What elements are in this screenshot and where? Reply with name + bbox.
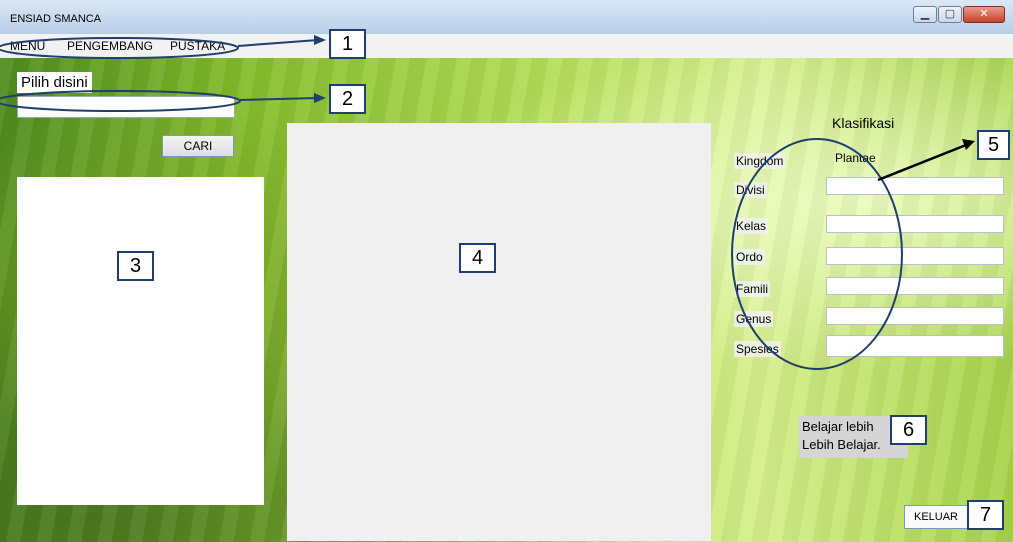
annotation-badge-1: 1 [329, 29, 366, 59]
maximize-icon[interactable]: ▢ [938, 6, 962, 23]
exit-button[interactable]: KELUAR [904, 505, 968, 529]
field-famili[interactable] [826, 277, 1004, 295]
menu-item-pustaka[interactable]: PUSTAKA [170, 39, 225, 53]
window-title: ENSIAD SMANCA [10, 13, 102, 25]
value-kingdom: Plantae [835, 151, 876, 165]
field-spesies[interactable] [826, 335, 1004, 357]
field-kelas[interactable] [826, 215, 1004, 233]
main-content: Pilih disini CARI Klasifikasi Kingdom Pl… [0, 58, 1013, 542]
title-bar: ENSIAD SMANCA ▁ ▢ ✕ [0, 0, 1013, 34]
annotation-badge-6: 6 [890, 415, 927, 445]
result-list[interactable] [17, 177, 264, 505]
app-window: ENSIAD SMANCA ▁ ▢ ✕ MENU PENGEMBANG PUST… [0, 0, 1013, 542]
field-genus[interactable] [826, 307, 1004, 325]
minimize-icon[interactable]: ▁ [913, 6, 937, 23]
annotation-badge-7: 7 [967, 500, 1004, 530]
label-ordo: Ordo [734, 249, 765, 265]
search-input[interactable] [17, 96, 235, 118]
label-famili: Famili [734, 281, 770, 297]
search-button[interactable]: CARI [162, 135, 234, 157]
search-label: Pilih disini [17, 72, 92, 93]
label-kelas: Kelas [734, 218, 769, 234]
close-icon[interactable]: ✕ [963, 6, 1005, 23]
field-ordo[interactable] [826, 247, 1004, 265]
window-controls: ▁ ▢ ✕ [912, 6, 1005, 23]
label-spesies: Spesies [734, 341, 781, 357]
annotation-badge-5: 5 [977, 130, 1010, 160]
image-panel [287, 123, 711, 541]
label-kingdom: Kingdom [734, 153, 786, 169]
annotation-badge-4: 4 [459, 243, 496, 273]
menu-item-pengembang[interactable]: PENGEMBANG [67, 39, 153, 53]
classification-title: Klasifikasi [832, 115, 895, 131]
menu-bar: MENU PENGEMBANG PUSTAKA [0, 34, 1013, 58]
label-genus: Genus [734, 311, 774, 327]
annotation-badge-2: 2 [329, 84, 366, 114]
field-divisi[interactable] [826, 177, 1004, 195]
menu-item-menu[interactable]: MENU [10, 39, 45, 53]
label-divisi: Divisi [734, 182, 767, 198]
annotation-badge-3: 3 [117, 251, 154, 281]
